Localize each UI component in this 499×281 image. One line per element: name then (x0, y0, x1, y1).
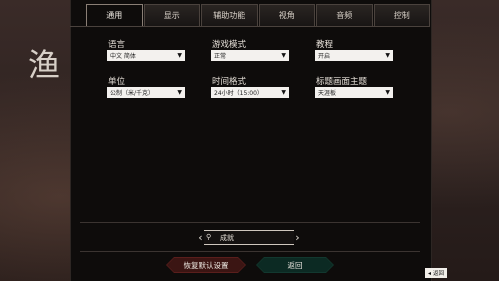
tab-general[interactable]: 通用 (86, 4, 143, 26)
tab-controls[interactable]: 控制 (373, 4, 430, 26)
title-theme-select[interactable]: 天涯板 ▼ (315, 87, 393, 98)
tab-display[interactable]: 显示 (143, 4, 200, 26)
time-format-select[interactable]: 24小时（15:00） ▼ (211, 87, 289, 98)
chevron-down-icon: ▼ (385, 52, 390, 59)
reset-defaults-button[interactable]: 恢复默认设置 (166, 257, 246, 273)
units-select[interactable]: 公制（米/千克） ▼ (107, 87, 185, 98)
tab-accessibility[interactable]: 辅助功能 (201, 4, 258, 26)
chevron-down-icon: ▼ (177, 89, 182, 96)
preset-label: 成就 (220, 234, 234, 242)
footer-divider (80, 251, 420, 252)
language-label: 语言 (108, 40, 126, 50)
preset-selector: ‹ ⚲ 成就 › (196, 230, 302, 245)
section-divider (80, 222, 420, 223)
chevron-down-icon: ▼ (177, 52, 182, 59)
tutorial-value: 开启 (318, 53, 331, 60)
time-format-label: 时间格式 (212, 77, 247, 87)
game-mode-label: 游戏模式 (212, 40, 247, 50)
esc-key-icon: ◂ (428, 269, 432, 277)
title-theme-label: 标题画面主题 (316, 77, 368, 87)
language-value: 中文 简体 (110, 53, 136, 60)
reset-button-label: 恢复默认设置 (183, 260, 229, 270)
title-theme-value: 天涯板 (318, 90, 337, 97)
back-button[interactable]: 返回 (256, 257, 334, 273)
game-mode-value: 正常 (214, 53, 227, 60)
chevron-down-icon: ▼ (385, 89, 390, 96)
back-hint-label: 返回 (433, 271, 445, 277)
background-title-char: 渔 (28, 46, 61, 84)
tab-camera[interactable]: 视角 (258, 4, 315, 26)
chevron-down-icon: ▼ (281, 52, 286, 59)
preset-body[interactable] (204, 230, 294, 245)
back-button-label: 返回 (287, 260, 303, 270)
chevron-down-icon: ▼ (281, 89, 286, 96)
game-mode-select[interactable]: 正常 ▼ (211, 50, 289, 61)
tutorial-select[interactable]: 开启 ▼ (315, 50, 393, 61)
settings-tabs: 通用 显示 辅助功能 视角 音频 控制 (86, 4, 431, 26)
time-format-value: 24小时（15:00） (214, 90, 263, 97)
tab-underline (70, 26, 430, 27)
tab-audio[interactable]: 音频 (316, 4, 373, 26)
units-label: 单位 (108, 77, 126, 87)
medal-icon: ⚲ (206, 233, 212, 241)
tutorial-label: 教程 (316, 40, 334, 50)
arrow-right-icon[interactable]: › (293, 230, 302, 245)
language-select[interactable]: 中文 简体 ▼ (107, 50, 185, 61)
units-value: 公制（米/千克） (110, 90, 155, 97)
back-key-hint[interactable]: ◂ 返回 (425, 268, 448, 278)
